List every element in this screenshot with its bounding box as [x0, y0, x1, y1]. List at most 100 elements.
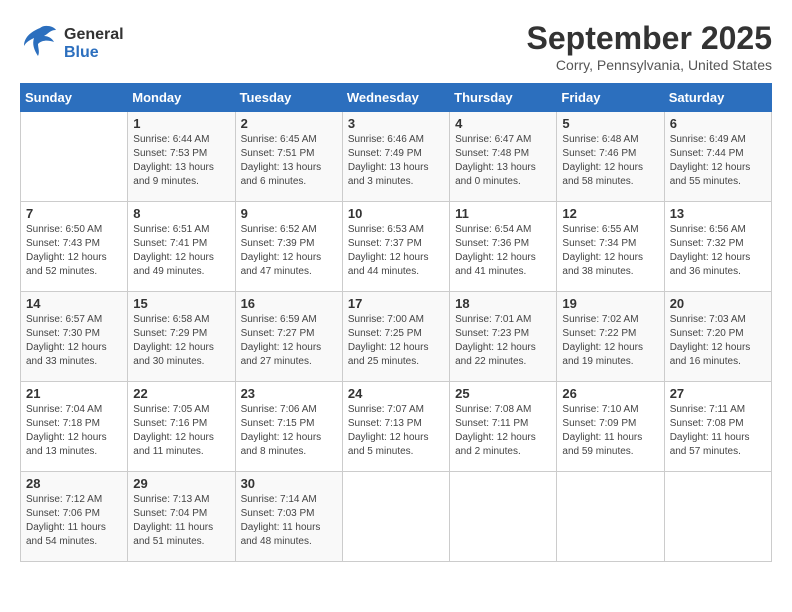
- calendar-cell: 10Sunrise: 6:53 AM Sunset: 7:37 PM Dayli…: [342, 202, 449, 292]
- calendar-cell: 13 Sunrise: 6:56 AM Sunset: 7:32 PM Dayli…: [664, 202, 771, 292]
- day-info: Sunrise: 6:59 AM Sunset: 7:27 PM Dayligh…: [241, 313, 337, 369]
- day-number: 8: [133, 206, 229, 221]
- page-header: General Blue September 2025 Corry, Penns…: [20, 20, 772, 73]
- day-number: 1: [133, 116, 229, 131]
- logo-text: General Blue: [64, 26, 124, 62]
- weekday-header-sunday: Sunday: [21, 84, 128, 112]
- day-number: 22: [133, 386, 229, 401]
- day-info: Sunrise: 7:13 AM Sunset: 7:04 PM Dayligh…: [133, 493, 229, 549]
- calendar-cell: 24Sunrise: 7:07 AM Sunset: 7:13 PM Dayli…: [342, 382, 449, 472]
- day-number: 19: [562, 296, 658, 311]
- day-number: 11: [455, 206, 551, 221]
- day-number: 6: [670, 116, 766, 131]
- weekday-header-wednesday: Wednesday: [342, 84, 449, 112]
- logo: General Blue: [20, 20, 124, 67]
- calendar-cell: 12 Sunrise: 6:55 AM Sunset: 7:34 PM Dayli…: [557, 202, 664, 292]
- weekday-header-friday: Friday: [557, 84, 664, 112]
- day-number: 5: [562, 116, 658, 131]
- calendar-cell: 20 Sunrise: 7:03 AM Sunset: 7:20 PM Dayli…: [664, 292, 771, 382]
- day-info: Sunrise: 7:06 AM Sunset: 7:15 PM Dayligh…: [241, 403, 337, 459]
- calendar-cell: 18 Sunrise: 7:01 AM Sunset: 7:23 PM Dayli…: [450, 292, 557, 382]
- week-row-3: 14Sunrise: 6:57 AM Sunset: 7:30 PM Dayli…: [21, 292, 772, 382]
- week-row-5: 28 Sunrise: 7:12 AM Sunset: 7:06 PM Dayli…: [21, 472, 772, 562]
- calendar-cell: 14Sunrise: 6:57 AM Sunset: 7:30 PM Dayli…: [21, 292, 128, 382]
- weekday-header-saturday: Saturday: [664, 84, 771, 112]
- day-info: Sunrise: 7:12 AM Sunset: 7:06 PM Dayligh…: [26, 493, 122, 549]
- day-number: 2: [241, 116, 337, 131]
- calendar-cell: 28 Sunrise: 7:12 AM Sunset: 7:06 PM Dayli…: [21, 472, 128, 562]
- day-info: Sunrise: 7:01 AM Sunset: 7:23 PM Dayligh…: [455, 313, 551, 369]
- day-number: 27: [670, 386, 766, 401]
- day-number: 9: [241, 206, 337, 221]
- calendar-cell: 23 Sunrise: 7:06 AM Sunset: 7:15 PM Dayli…: [235, 382, 342, 472]
- calendar-cell: 19 Sunrise: 7:02 AM Sunset: 7:22 PM Dayli…: [557, 292, 664, 382]
- logo-icon: [20, 20, 60, 67]
- weekday-header-tuesday: Tuesday: [235, 84, 342, 112]
- calendar-cell: 27Sunrise: 7:11 AM Sunset: 7:08 PM Dayli…: [664, 382, 771, 472]
- calendar-cell: 22 Sunrise: 7:05 AM Sunset: 7:16 PM Dayli…: [128, 382, 235, 472]
- calendar-cell: [21, 112, 128, 202]
- calendar-cell: 11 Sunrise: 6:54 AM Sunset: 7:36 PM Dayli…: [450, 202, 557, 292]
- calendar-cell: 26 Sunrise: 7:10 AM Sunset: 7:09 PM Dayli…: [557, 382, 664, 472]
- calendar-cell: 7Sunrise: 6:50 AM Sunset: 7:43 PM Daylig…: [21, 202, 128, 292]
- day-info: Sunrise: 7:14 AM Sunset: 7:03 PM Dayligh…: [241, 493, 337, 549]
- calendar-cell: 6 Sunrise: 6:49 AM Sunset: 7:44 PM Daylig…: [664, 112, 771, 202]
- calendar-cell: 21 Sunrise: 7:04 AM Sunset: 7:18 PM Dayli…: [21, 382, 128, 472]
- calendar-cell: 25 Sunrise: 7:08 AM Sunset: 7:11 PM Dayli…: [450, 382, 557, 472]
- day-number: 4: [455, 116, 551, 131]
- day-info: Sunrise: 7:00 AM Sunset: 7:25 PM Dayligh…: [348, 313, 444, 369]
- day-number: 14: [26, 296, 122, 311]
- day-info: Sunrise: 6:44 AM Sunset: 7:53 PM Dayligh…: [133, 133, 229, 189]
- title-block: September 2025 Corry, Pennsylvania, Unit…: [527, 20, 772, 73]
- weekday-header-thursday: Thursday: [450, 84, 557, 112]
- day-number: 15: [133, 296, 229, 311]
- calendar-cell: 8 Sunrise: 6:51 AM Sunset: 7:41 PM Daylig…: [128, 202, 235, 292]
- day-info: Sunrise: 6:47 AM Sunset: 7:48 PM Dayligh…: [455, 133, 551, 189]
- day-number: 20: [670, 296, 766, 311]
- day-number: 21: [26, 386, 122, 401]
- day-number: 25: [455, 386, 551, 401]
- day-info: Sunrise: 6:51 AM Sunset: 7:41 PM Dayligh…: [133, 223, 229, 279]
- day-number: 12: [562, 206, 658, 221]
- week-row-2: 7Sunrise: 6:50 AM Sunset: 7:43 PM Daylig…: [21, 202, 772, 292]
- weekday-header-row: SundayMondayTuesdayWednesdayThursdayFrid…: [21, 84, 772, 112]
- calendar-cell: [450, 472, 557, 562]
- calendar-cell: 4 Sunrise: 6:47 AM Sunset: 7:48 PM Daylig…: [450, 112, 557, 202]
- calendar-table: SundayMondayTuesdayWednesdayThursdayFrid…: [20, 83, 772, 562]
- calendar-cell: 29 Sunrise: 7:13 AM Sunset: 7:04 PM Dayli…: [128, 472, 235, 562]
- day-info: Sunrise: 7:10 AM Sunset: 7:09 PM Dayligh…: [562, 403, 658, 459]
- week-row-1: 1 Sunrise: 6:44 AM Sunset: 7:53 PM Daylig…: [21, 112, 772, 202]
- day-info: Sunrise: 6:50 AM Sunset: 7:43 PM Dayligh…: [26, 223, 122, 279]
- calendar-cell: [342, 472, 449, 562]
- calendar-cell: 1 Sunrise: 6:44 AM Sunset: 7:53 PM Daylig…: [128, 112, 235, 202]
- day-info: Sunrise: 6:54 AM Sunset: 7:36 PM Dayligh…: [455, 223, 551, 279]
- day-info: Sunrise: 7:03 AM Sunset: 7:20 PM Dayligh…: [670, 313, 766, 369]
- day-number: 10: [348, 206, 444, 221]
- day-number: 3: [348, 116, 444, 131]
- day-info: Sunrise: 6:49 AM Sunset: 7:44 PM Dayligh…: [670, 133, 766, 189]
- day-number: 23: [241, 386, 337, 401]
- calendar-cell: 17Sunrise: 7:00 AM Sunset: 7:25 PM Dayli…: [342, 292, 449, 382]
- day-info: Sunrise: 6:56 AM Sunset: 7:32 PM Dayligh…: [670, 223, 766, 279]
- calendar-cell: [557, 472, 664, 562]
- day-number: 26: [562, 386, 658, 401]
- calendar-cell: 2 Sunrise: 6:45 AM Sunset: 7:51 PM Daylig…: [235, 112, 342, 202]
- day-info: Sunrise: 7:04 AM Sunset: 7:18 PM Dayligh…: [26, 403, 122, 459]
- day-number: 30: [241, 476, 337, 491]
- day-number: 18: [455, 296, 551, 311]
- day-info: Sunrise: 6:48 AM Sunset: 7:46 PM Dayligh…: [562, 133, 658, 189]
- calendar-cell: 15Sunrise: 6:58 AM Sunset: 7:29 PM Dayli…: [128, 292, 235, 382]
- day-number: 13: [670, 206, 766, 221]
- day-info: Sunrise: 6:45 AM Sunset: 7:51 PM Dayligh…: [241, 133, 337, 189]
- week-row-4: 21 Sunrise: 7:04 AM Sunset: 7:18 PM Dayli…: [21, 382, 772, 472]
- day-info: Sunrise: 6:55 AM Sunset: 7:34 PM Dayligh…: [562, 223, 658, 279]
- month-title: September 2025: [527, 20, 772, 57]
- day-info: Sunrise: 7:02 AM Sunset: 7:22 PM Dayligh…: [562, 313, 658, 369]
- location-subtitle: Corry, Pennsylvania, United States: [527, 57, 772, 73]
- day-number: 29: [133, 476, 229, 491]
- day-number: 28: [26, 476, 122, 491]
- calendar-cell: [664, 472, 771, 562]
- day-number: 16: [241, 296, 337, 311]
- day-info: Sunrise: 7:08 AM Sunset: 7:11 PM Dayligh…: [455, 403, 551, 459]
- day-info: Sunrise: 7:05 AM Sunset: 7:16 PM Dayligh…: [133, 403, 229, 459]
